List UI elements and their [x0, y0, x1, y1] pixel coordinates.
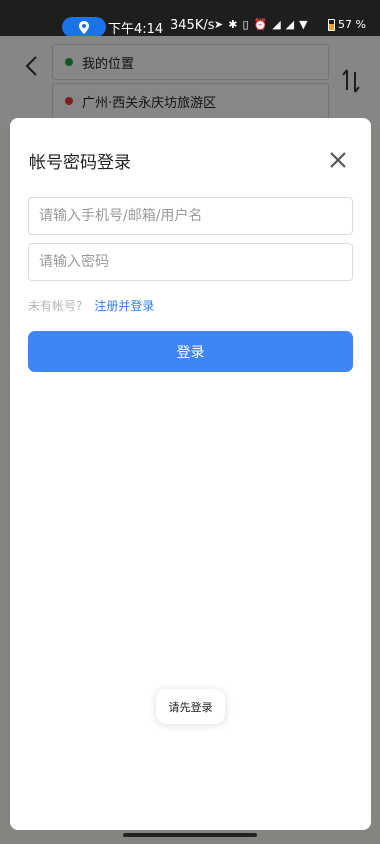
- vibrate-icon: ▯: [242, 18, 249, 31]
- username-input[interactable]: [28, 197, 353, 235]
- login-button[interactable]: 登录: [28, 331, 353, 372]
- network-speed: 345K/s: [170, 18, 215, 33]
- battery-fill: [329, 23, 334, 30]
- signup-row: 未有帐号? 注册并登录: [28, 297, 154, 314]
- status-bar: 下午4:14 345K/s ➤ ✱ ▯ ⏰ ◢ ◢ ▼ 57 %: [0, 0, 380, 37]
- status-icons: ➤ ✱ ▯ ⏰ ◢ ◢ ▼: [214, 18, 308, 31]
- toast-message: 请先登录: [156, 689, 225, 724]
- battery-percent: 57 %: [338, 18, 366, 31]
- no-account-text: 未有帐号?: [28, 299, 83, 313]
- dialog-title: 帐号密码登录: [29, 153, 131, 173]
- register-link[interactable]: 注册并登录: [94, 297, 154, 314]
- location-pill-icon: [62, 17, 106, 37]
- close-icon[interactable]: [326, 148, 350, 172]
- wifi-icon: ▼: [299, 18, 308, 31]
- send-icon: ➤: [214, 18, 224, 31]
- battery-indicator: 57 %: [328, 18, 366, 31]
- signal-icon: ◢: [285, 18, 295, 31]
- battery-icon: [328, 18, 335, 31]
- alarm-icon: ⏰: [253, 18, 268, 31]
- login-dialog: 帐号密码登录 未有帐号? 注册并登录 登录 请先登录: [10, 118, 371, 830]
- bluetooth-icon: ✱: [228, 18, 238, 31]
- home-indicator[interactable]: [123, 833, 257, 837]
- status-time: 下午4:14: [108, 22, 164, 37]
- signal-4g-icon: ◢: [272, 18, 281, 31]
- password-input[interactable]: [28, 243, 353, 281]
